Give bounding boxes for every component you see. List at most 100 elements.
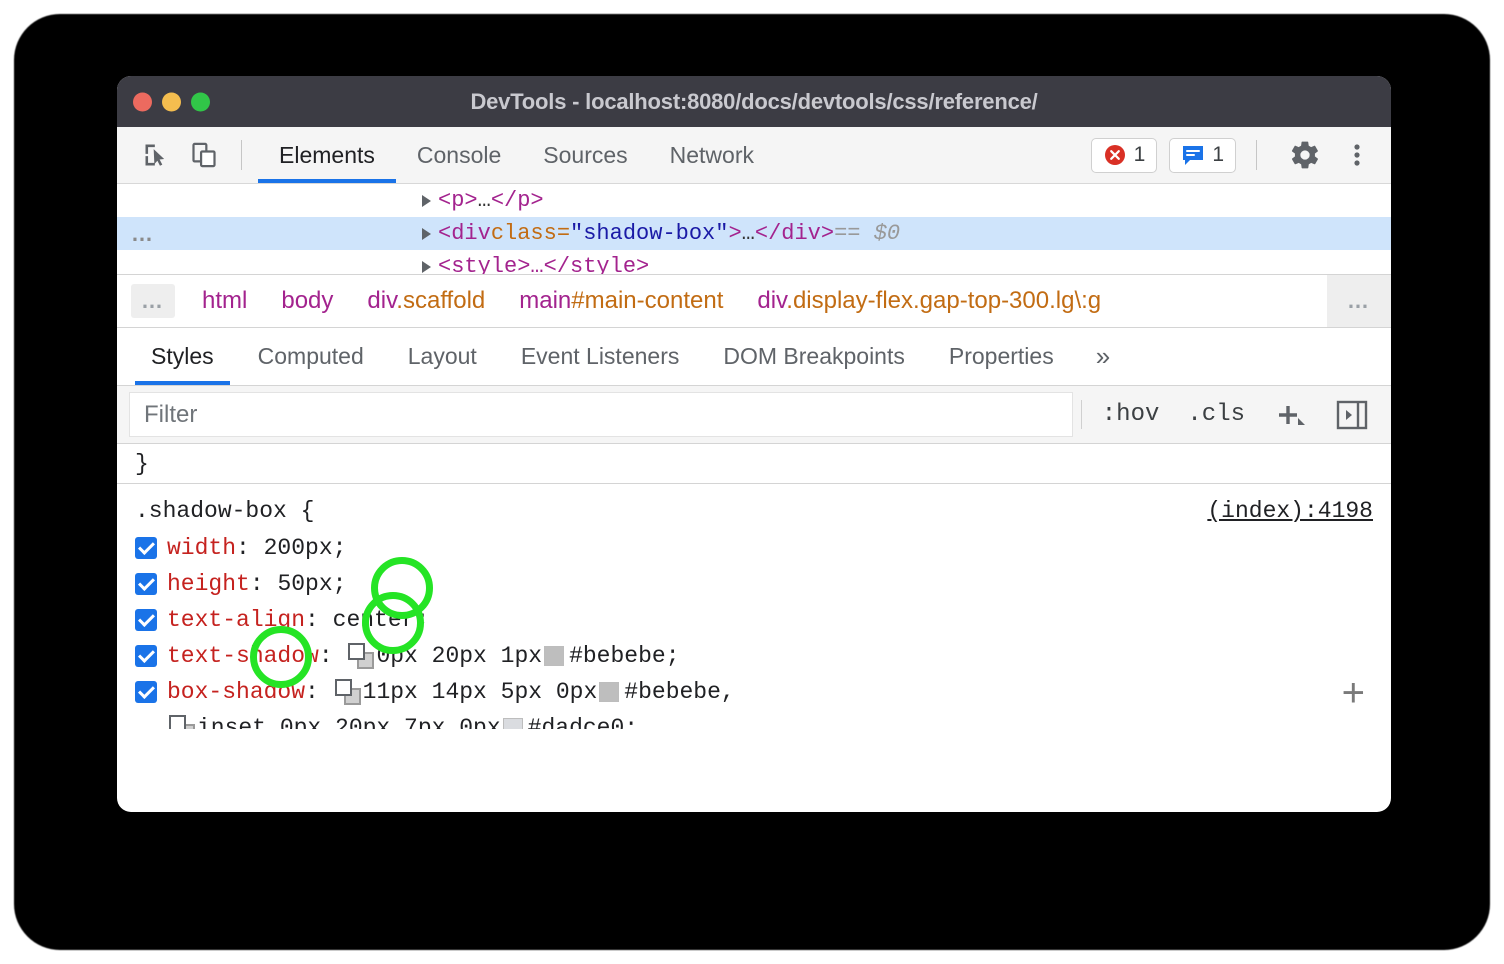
toggle-pseudo-states-button[interactable]: :hov xyxy=(1090,392,1172,437)
declaration-text-shadow[interactable]: text-shadow: 0px 20px 1px #bebebe; xyxy=(117,638,1391,674)
color-swatch[interactable] xyxy=(503,718,523,729)
window-titlebar: DevTools - localhost:8080/docs/devtools/… xyxy=(117,76,1391,127)
more-tabs-icon[interactable]: » xyxy=(1076,341,1130,372)
property-value[interactable]: 11px 14px 5px 0px xyxy=(363,674,598,710)
dom-row-p[interactable]: <p>…</p> xyxy=(117,184,1391,217)
tab-network[interactable]: Network xyxy=(649,127,775,183)
dom-row-badge-dots[interactable]: … xyxy=(131,221,155,247)
breadcrumb-overflow-right[interactable]: … xyxy=(1327,275,1391,327)
breadcrumb-main-id: #main-content xyxy=(571,287,723,314)
tab-dom-breakpoints[interactable]: DOM Breakpoints xyxy=(701,328,927,385)
dom-row-shadow-box[interactable]: … <div class="shadow-box">…</div> == $0 xyxy=(117,217,1391,250)
color-swatch[interactable] xyxy=(544,646,564,666)
declaration-checkbox[interactable] xyxy=(135,609,157,631)
dom-tree[interactable]: <p>…</p> … <div class="shadow-box">…</di… xyxy=(117,184,1391,274)
error-count-label: 1 xyxy=(1134,143,1146,167)
stylesheet-source-link[interactable]: (index):4198 xyxy=(1207,492,1373,530)
styles-pane-content: } .shadow-box { (index):4198 width: 200p… xyxy=(117,444,1391,729)
toggle-element-classes-button[interactable]: .cls xyxy=(1175,392,1257,437)
property-colon: : xyxy=(305,674,333,710)
dom-row-partial-text: <style>…</style> xyxy=(438,254,649,274)
property-value[interactable]: 0px 20px 1px xyxy=(376,638,542,674)
property-value[interactable]: 200px; xyxy=(264,530,347,566)
close-button[interactable] xyxy=(133,92,152,111)
property-name[interactable]: text-shadow xyxy=(167,638,319,674)
declaration-box-shadow[interactable]: box-shadow: 11px 14px 5px 0px #bebebe, xyxy=(117,674,1391,710)
message-count-badge[interactable]: 1 xyxy=(1169,138,1236,173)
window-controls[interactable] xyxy=(133,92,210,111)
declaration-checkbox[interactable] xyxy=(135,573,157,595)
computed-sidebar-toggle-button[interactable] xyxy=(1323,392,1381,437)
kebab-menu-icon[interactable] xyxy=(1337,135,1377,175)
add-declaration-button[interactable]: + xyxy=(1342,673,1365,713)
color-value[interactable]: #dadce0; xyxy=(528,710,638,729)
dom-div-attr-value[interactable]: "shadow-box" xyxy=(570,221,728,246)
gear-icon[interactable] xyxy=(1285,135,1325,175)
tab-sources[interactable]: Sources xyxy=(522,127,648,183)
color-swatch[interactable] xyxy=(599,682,619,702)
breadcrumb-overflow-left[interactable]: … xyxy=(131,284,175,318)
tab-event-listeners[interactable]: Event Listeners xyxy=(499,328,702,385)
sidebar-pane-tabs: Styles Computed Layout Event Listeners D… xyxy=(117,328,1391,386)
property-name[interactable]: height xyxy=(167,566,250,602)
shadow-editor-icon[interactable] xyxy=(348,643,374,669)
breadcrumb-item-body[interactable]: body xyxy=(264,287,350,315)
color-value[interactable]: #bebebe, xyxy=(624,674,734,710)
expand-triangle-icon[interactable] xyxy=(422,195,431,207)
declaration-checkbox[interactable] xyxy=(135,537,157,559)
minimize-button[interactable] xyxy=(162,92,181,111)
dom-row-p-close: </p> xyxy=(491,188,544,213)
tab-properties[interactable]: Properties xyxy=(927,328,1076,385)
maximize-button[interactable] xyxy=(191,92,210,111)
breadcrumb-item-html[interactable]: html xyxy=(185,287,264,315)
property-colon: : xyxy=(305,602,333,638)
dom-div-open: <div xyxy=(438,221,491,246)
breadcrumb-item-div-flex[interactable]: div.display-flex.gap-top-300.lg\:g xyxy=(740,287,1118,315)
breadcrumb-html-tag: html xyxy=(202,287,247,314)
css-selector[interactable]: .shadow-box { xyxy=(135,492,314,530)
property-name[interactable]: box-shadow xyxy=(167,674,305,710)
declaration-text-align[interactable]: text-align: center; xyxy=(117,602,1391,638)
dom-selected-ref: == $0 xyxy=(834,221,900,246)
new-style-rule-button[interactable] xyxy=(1261,392,1319,437)
breadcrumb-item-div-scaffold[interactable]: div.scaffold xyxy=(350,287,502,315)
breadcrumb-body-tag: body xyxy=(281,287,333,314)
tab-elements[interactable]: Elements xyxy=(258,127,396,183)
property-name[interactable]: width xyxy=(167,530,236,566)
tab-console[interactable]: Console xyxy=(396,127,522,183)
css-rule-header: .shadow-box { (index):4198 xyxy=(117,492,1391,530)
property-name[interactable]: text-align xyxy=(167,602,305,638)
device-toolbar-icon[interactable] xyxy=(185,136,223,174)
declaration-checkbox[interactable] xyxy=(135,645,157,667)
dom-div-attr-name[interactable]: class= xyxy=(491,221,570,246)
property-value[interactable]: 50px; xyxy=(277,566,346,602)
toolbar-divider-2 xyxy=(1256,140,1257,170)
property-value[interactable]: center; xyxy=(333,602,430,638)
declaration-height[interactable]: height: 50px; xyxy=(117,566,1391,602)
dom-row-p-open: <p> xyxy=(438,188,478,213)
dom-div-gt: > xyxy=(728,221,741,246)
filter-input[interactable] xyxy=(129,392,1073,437)
tab-styles[interactable]: Styles xyxy=(129,328,236,385)
breadcrumb-item-main-content[interactable]: main#main-content xyxy=(502,287,740,315)
error-count-badge[interactable]: 1 xyxy=(1091,138,1158,173)
property-colon: : xyxy=(236,530,264,566)
property-value[interactable]: inset 0px 20px 7px 0px xyxy=(197,710,501,729)
tab-layout[interactable]: Layout xyxy=(386,328,499,385)
inspect-element-icon[interactable] xyxy=(137,136,175,174)
shadow-editor-icon[interactable] xyxy=(169,715,195,729)
message-icon xyxy=(1181,144,1205,166)
dom-div-ellipsis: … xyxy=(742,221,755,246)
tab-computed[interactable]: Computed xyxy=(236,328,386,385)
expand-triangle-icon-3[interactable] xyxy=(422,261,431,273)
dom-row-partial[interactable]: <style>…</style> xyxy=(117,250,1391,274)
expand-triangle-icon-2[interactable] xyxy=(422,228,431,240)
declaration-box-shadow-second-layer[interactable]: inset 0px 20px 7px 0px #dadce0; xyxy=(117,710,1391,729)
declaration-width[interactable]: width: 200px; xyxy=(117,530,1391,566)
color-value[interactable]: #bebebe; xyxy=(569,638,679,674)
shadow-editor-icon[interactable] xyxy=(335,679,361,705)
screenshot-root: DevTools - localhost:8080/docs/devtools/… xyxy=(0,0,1504,964)
breadcrumb-main-tag: main xyxy=(519,287,571,314)
panel-tabs: Elements Console Sources Network xyxy=(258,127,775,183)
declaration-checkbox[interactable] xyxy=(135,681,157,703)
